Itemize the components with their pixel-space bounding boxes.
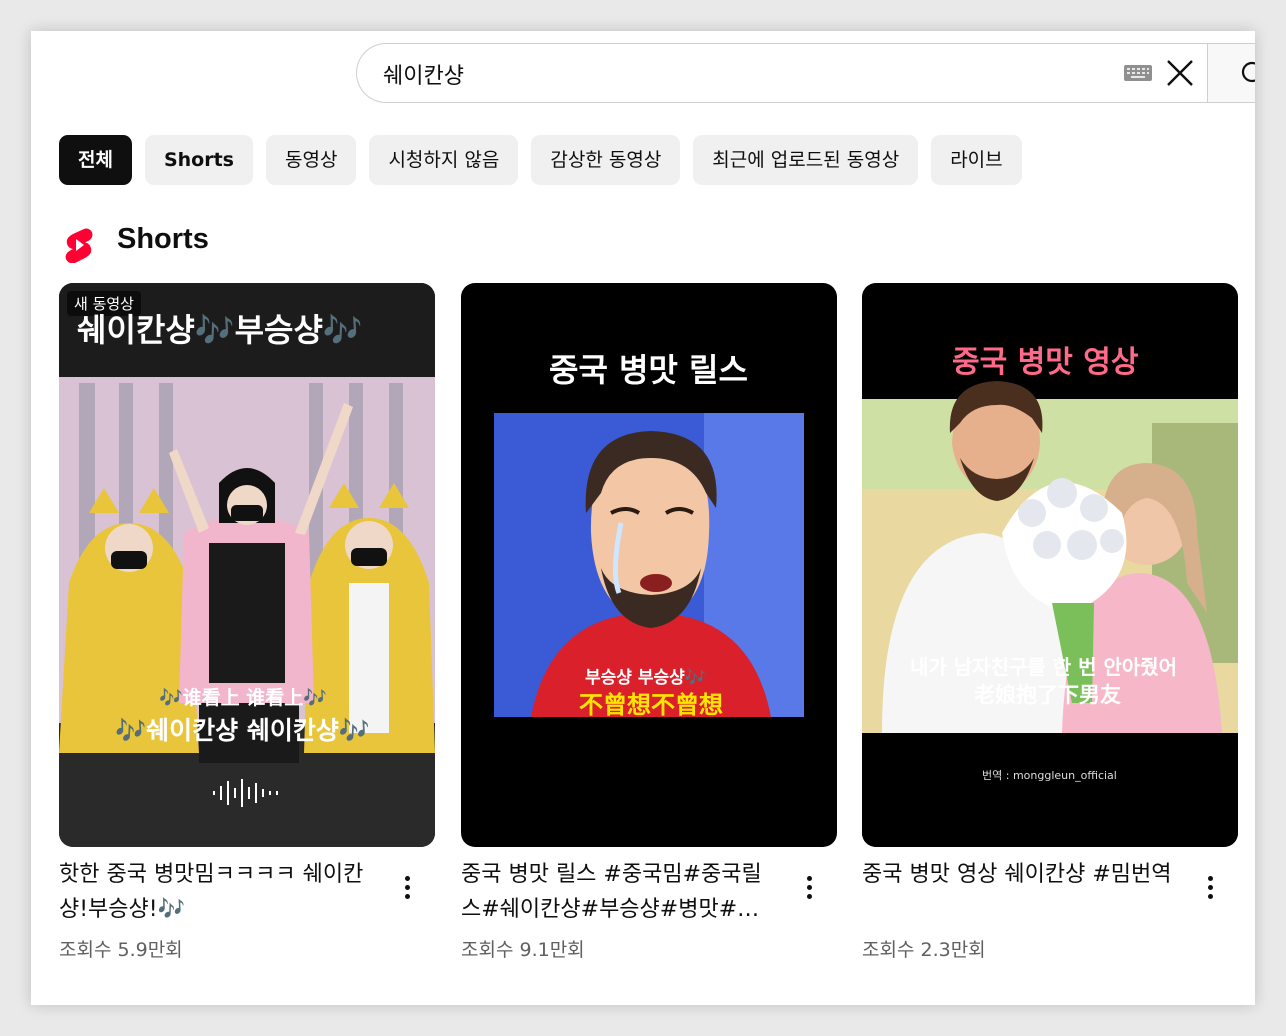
card-views-2: 조회수 9.1만회 bbox=[461, 939, 585, 961]
chip-shorts[interactable]: Shorts bbox=[144, 135, 253, 185]
chip-watched[interactable]: 감상한 동영상 bbox=[531, 135, 681, 185]
thumb-caption-mid2-3: 老娘抱了下男友 bbox=[974, 683, 1121, 707]
more-options-icon-2[interactable] bbox=[797, 873, 821, 905]
keyboard-icon[interactable] bbox=[1123, 62, 1153, 84]
card-views-1: 조회수 5.9만회 bbox=[59, 939, 183, 961]
card-title-1[interactable]: 핫한 중국 병맛밈ㅋㅋㅋㅋ 쉐이칸샹!부승샹!🎶 bbox=[59, 857, 371, 927]
thumb-caption-top-2: 중국 병맛 릴스 bbox=[549, 351, 748, 389]
chip-videos[interactable]: 동영상 bbox=[266, 135, 357, 185]
filter-chips: 전체 Shorts 동영상 시청하지 않음 감상한 동영상 최근에 업로드된 동… bbox=[59, 135, 1022, 185]
shorts-thumbnail-1[interactable]: 새 동영상 쉐이칸샹🎶부승샹🎶 🎶谁看上 谁看上🎶 🎶쉐이칸샹 쉐이칸샹🎶 bbox=[59, 283, 435, 847]
shorts-card-1[interactable]: 새 동영상 쉐이칸샹🎶부승샹🎶 🎶谁看上 谁看上🎶 🎶쉐이칸샹 쉐이칸샹🎶 핫한… bbox=[59, 283, 435, 961]
shorts-card-2[interactable]: 중국 병맛 릴스 부승샹 부승샹🎶 不曾想不曾想 중국 병맛 릴스 #중국밈#중… bbox=[461, 283, 837, 961]
shorts-thumbnail-2[interactable]: 중국 병맛 릴스 부승샹 부승샹🎶 不曾想不曾想 bbox=[461, 283, 837, 847]
thumb-caption-mid1-3: 내가 남자친구를 한 번 안아줬어 bbox=[910, 655, 1178, 679]
card-views-3: 조회수 2.3만회 bbox=[862, 939, 986, 961]
chip-recently-uploaded[interactable]: 최근에 업로드된 동영상 bbox=[693, 135, 919, 185]
thumb-credit-3: 번역 : monggleun_official bbox=[982, 769, 1117, 782]
chip-all[interactable]: 전체 bbox=[59, 135, 132, 185]
search-input[interactable] bbox=[381, 44, 1085, 103]
youtube-search-page: 전체 Shorts 동영상 시청하지 않음 감상한 동영상 최근에 업로드된 동… bbox=[31, 31, 1255, 1005]
search-box[interactable] bbox=[356, 43, 1208, 103]
shorts-logo-icon bbox=[65, 228, 93, 263]
more-options-icon-3[interactable] bbox=[1198, 873, 1222, 905]
chip-unwatched[interactable]: 시청하지 않음 bbox=[369, 135, 519, 185]
search-button[interactable] bbox=[1207, 43, 1255, 103]
shorts-card-3[interactable]: 중국 병맛 영상 내가 남자친구를 한 번 안아줬어 老娘抱了下男友 번역 : … bbox=[862, 283, 1238, 961]
thumb-caption-mid1-1: 🎶谁看上 谁看上🎶 bbox=[159, 687, 327, 709]
more-options-icon-1[interactable] bbox=[395, 873, 419, 905]
thumb-caption-mid2-2: 不曾想不曾想 bbox=[579, 691, 723, 719]
thumbnail-art-1 bbox=[59, 283, 435, 847]
clear-search-icon[interactable] bbox=[1163, 56, 1197, 90]
chip-live[interactable]: 라이브 bbox=[931, 135, 1022, 185]
card-title-3[interactable]: 중국 병맛 영상 쉐이칸샹 #밈번역 bbox=[862, 857, 1174, 892]
card-title-2[interactable]: 중국 병맛 릴스 #중국밈#중국릴스#쉐이칸샹#부승샹#병맛#… bbox=[461, 857, 773, 927]
shorts-thumbnail-3[interactable]: 중국 병맛 영상 내가 남자친구를 한 번 안아줬어 老娘抱了下男友 번역 : … bbox=[862, 283, 1238, 847]
shelf-title: Shorts bbox=[117, 223, 209, 255]
thumb-caption-mid2-1: 🎶쉐이칸샹 쉐이칸샹🎶 bbox=[115, 716, 370, 745]
thumb-caption-top-3: 중국 병맛 영상 bbox=[952, 345, 1139, 380]
search-icon bbox=[1241, 61, 1255, 83]
thumb-caption-top-1: 쉐이칸샹🎶부승샹🎶 bbox=[77, 311, 363, 349]
